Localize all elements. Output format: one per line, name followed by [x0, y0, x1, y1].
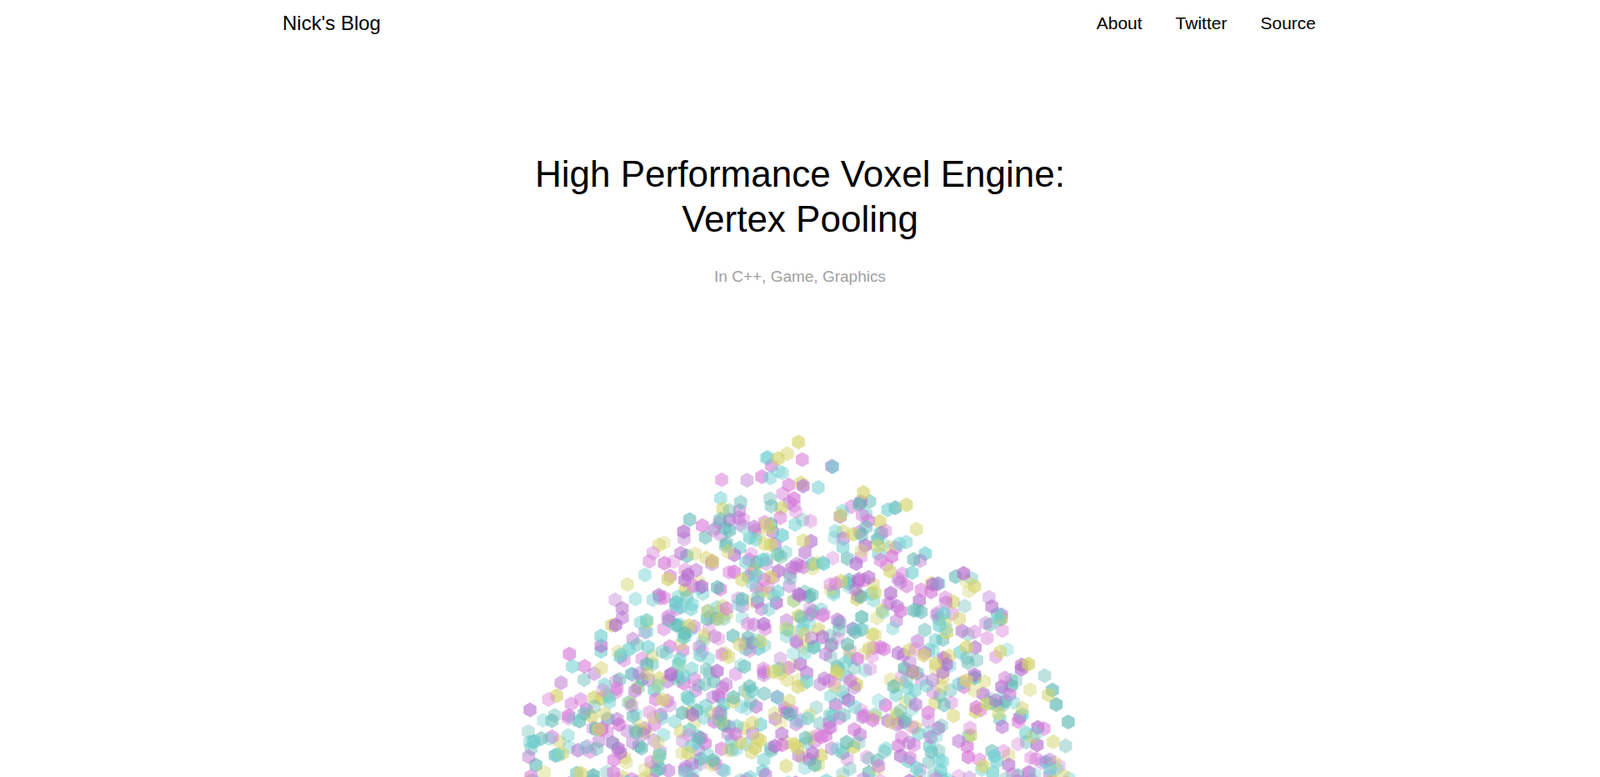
post-title: High Performance Voxel Engine: Vertex Po… [500, 151, 1100, 242]
post: High Performance Voxel Engine: Vertex Po… [0, 36, 1600, 777]
nav-link[interactable]: Twitter [1175, 10, 1228, 37]
site-title[interactable]: Nick's Blog [282, 10, 381, 37]
nav-link[interactable]: Source [1260, 10, 1316, 37]
hero-image [516, 421, 1084, 777]
site-header: Nick's Blog About Twitter Source [282, 0, 1318, 37]
page: Nick's Blog About Twitter Source High Perfor… [0, 0, 1600, 777]
nav-link[interactable]: About [1096, 10, 1143, 37]
post-category: In C++, Game, Graphics [714, 266, 886, 287]
nav: About Twitter Source [1096, 10, 1318, 37]
